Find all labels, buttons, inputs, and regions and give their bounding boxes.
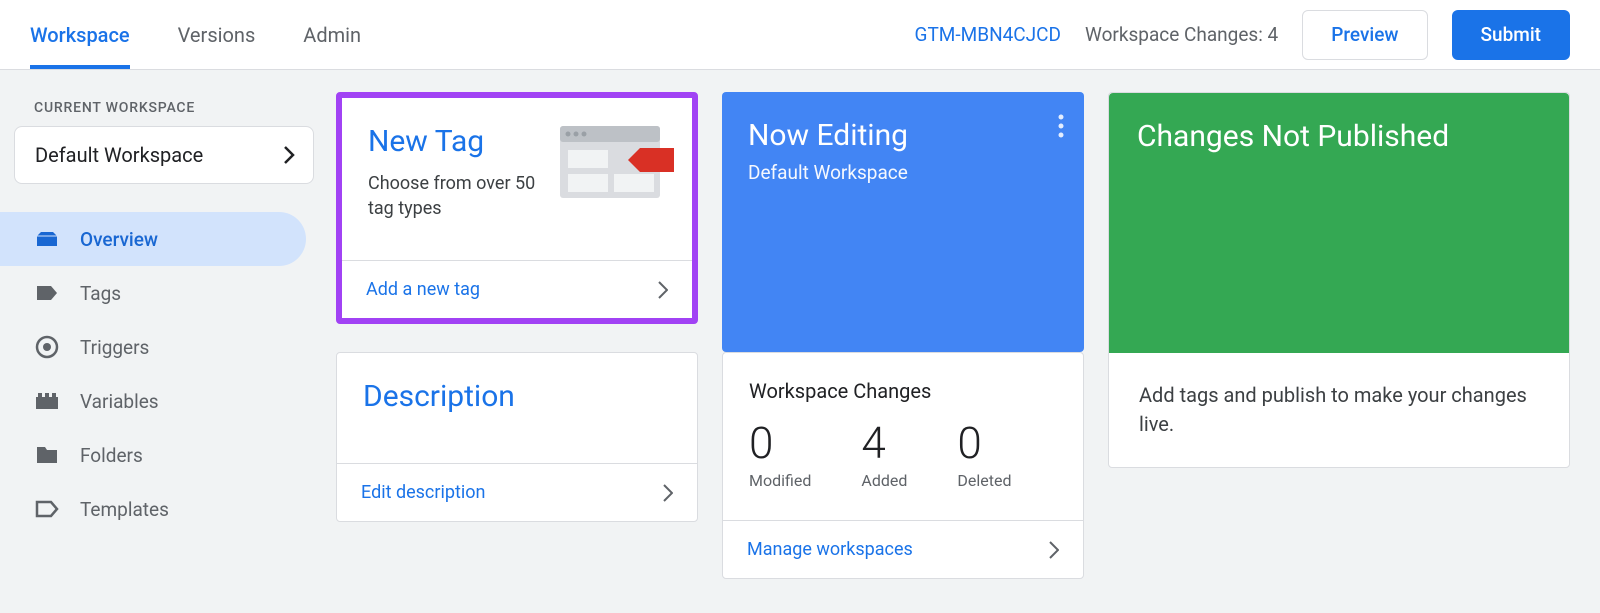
stat-deleted: 0 Deleted xyxy=(957,421,1011,490)
chevron-right-icon xyxy=(658,281,668,299)
stat-deleted-label: Deleted xyxy=(957,471,1011,490)
column-2: Now Editing Default Workspace Workspace … xyxy=(722,92,1084,613)
stat-modified: 0 Modified xyxy=(749,421,811,490)
sidebar-item-label: Triggers xyxy=(80,336,149,359)
changes-not-published-card: Changes Not Published Add tags and publi… xyxy=(1108,92,1570,468)
now-editing-workspace: Default Workspace xyxy=(748,161,1058,184)
stat-added: 4 Added xyxy=(861,421,907,490)
workspace-changes-count: Workspace Changes: 4 xyxy=(1085,23,1278,46)
manage-workspaces-action[interactable]: Manage workspaces xyxy=(723,520,1083,578)
workspace-changes-card: Workspace Changes 0 Modified 4 Added 0 D xyxy=(722,352,1084,579)
submit-button[interactable]: Submit xyxy=(1452,10,1570,60)
column-1: New Tag Choose from over 50 tag types xyxy=(336,92,698,613)
new-tag-illustration xyxy=(554,120,674,208)
tag-icon xyxy=(34,284,60,302)
stat-deleted-value: 0 xyxy=(957,421,1011,465)
workspace-changes-stats: 0 Modified 4 Added 0 Deleted xyxy=(749,417,1057,498)
sidebar-item-label: Tags xyxy=(80,282,121,305)
tab-admin[interactable]: Admin xyxy=(303,0,361,69)
top-nav-tabs: Workspace Versions Admin xyxy=(0,0,361,69)
now-editing-title: Now Editing xyxy=(748,118,1058,153)
column-3: Changes Not Published Add tags and publi… xyxy=(1108,92,1570,613)
tab-workspace[interactable]: Workspace xyxy=(30,0,130,69)
preview-button[interactable]: Preview xyxy=(1302,10,1427,60)
sidebar-item-label: Templates xyxy=(80,498,169,521)
new-tag-card: New Tag Choose from over 50 tag types xyxy=(336,92,698,324)
chevron-right-icon xyxy=(283,145,295,165)
workspace-changes-title: Workspace Changes xyxy=(749,379,1057,403)
new-tag-subtitle: Choose from over 50 tag types xyxy=(368,171,548,221)
stat-added-label: Added xyxy=(861,471,907,490)
sidebar-item-triggers[interactable]: Triggers xyxy=(0,320,306,374)
sidebar-item-label: Variables xyxy=(80,390,159,413)
sidebar-item-tags[interactable]: Tags xyxy=(0,266,306,320)
workspace-selector[interactable]: Default Workspace xyxy=(14,126,314,184)
add-new-tag-action[interactable]: Add a new tag xyxy=(342,260,692,318)
sidebar-item-variables[interactable]: Variables xyxy=(0,374,306,428)
top-nav: Workspace Versions Admin GTM-MBN4CJCD Wo… xyxy=(0,0,1600,70)
current-workspace-label: CURRENT WORKSPACE xyxy=(0,100,322,126)
sidebar-item-overview[interactable]: Overview xyxy=(0,212,306,266)
chevron-right-icon xyxy=(663,484,673,502)
now-editing-card: Now Editing Default Workspace xyxy=(722,92,1084,352)
sidebar-item-folders[interactable]: Folders xyxy=(0,428,306,482)
manage-workspaces-label: Manage workspaces xyxy=(747,539,913,560)
workspace-selector-value: Default Workspace xyxy=(35,143,203,167)
edit-description-action[interactable]: Edit description xyxy=(337,463,697,521)
stat-modified-label: Modified xyxy=(749,471,811,490)
add-new-tag-label: Add a new tag xyxy=(366,279,480,300)
description-card: Description Edit description xyxy=(336,352,698,522)
folder-icon xyxy=(34,445,60,465)
container-id-link[interactable]: GTM-MBN4CJCD xyxy=(915,23,1061,46)
sidebar-nav: Overview Tags Triggers Variables xyxy=(0,212,322,536)
overview-icon xyxy=(34,230,60,248)
sidebar-item-templates[interactable]: Templates xyxy=(0,482,306,536)
variables-icon xyxy=(34,393,60,409)
tab-versions[interactable]: Versions xyxy=(178,0,256,69)
now-editing-more-button[interactable] xyxy=(1058,114,1064,142)
changes-not-published-body: Add tags and publish to make your change… xyxy=(1109,353,1569,467)
stat-modified-value: 0 xyxy=(749,421,811,465)
edit-description-label: Edit description xyxy=(361,482,485,503)
trigger-icon xyxy=(34,335,60,359)
changes-not-published-title: Changes Not Published xyxy=(1137,119,1541,154)
sidebar-item-label: Folders xyxy=(80,444,143,467)
description-title: Description xyxy=(363,379,671,414)
main-content: New Tag Choose from over 50 tag types xyxy=(322,70,1600,613)
sidebar-item-label: Overview xyxy=(80,228,158,251)
stat-added-value: 4 xyxy=(861,421,907,465)
sidebar: CURRENT WORKSPACE Default Workspace Over… xyxy=(0,70,322,613)
chevron-right-icon xyxy=(1049,541,1059,559)
top-nav-right: GTM-MBN4CJCD Workspace Changes: 4 Previe… xyxy=(915,0,1600,69)
template-icon xyxy=(34,500,60,518)
